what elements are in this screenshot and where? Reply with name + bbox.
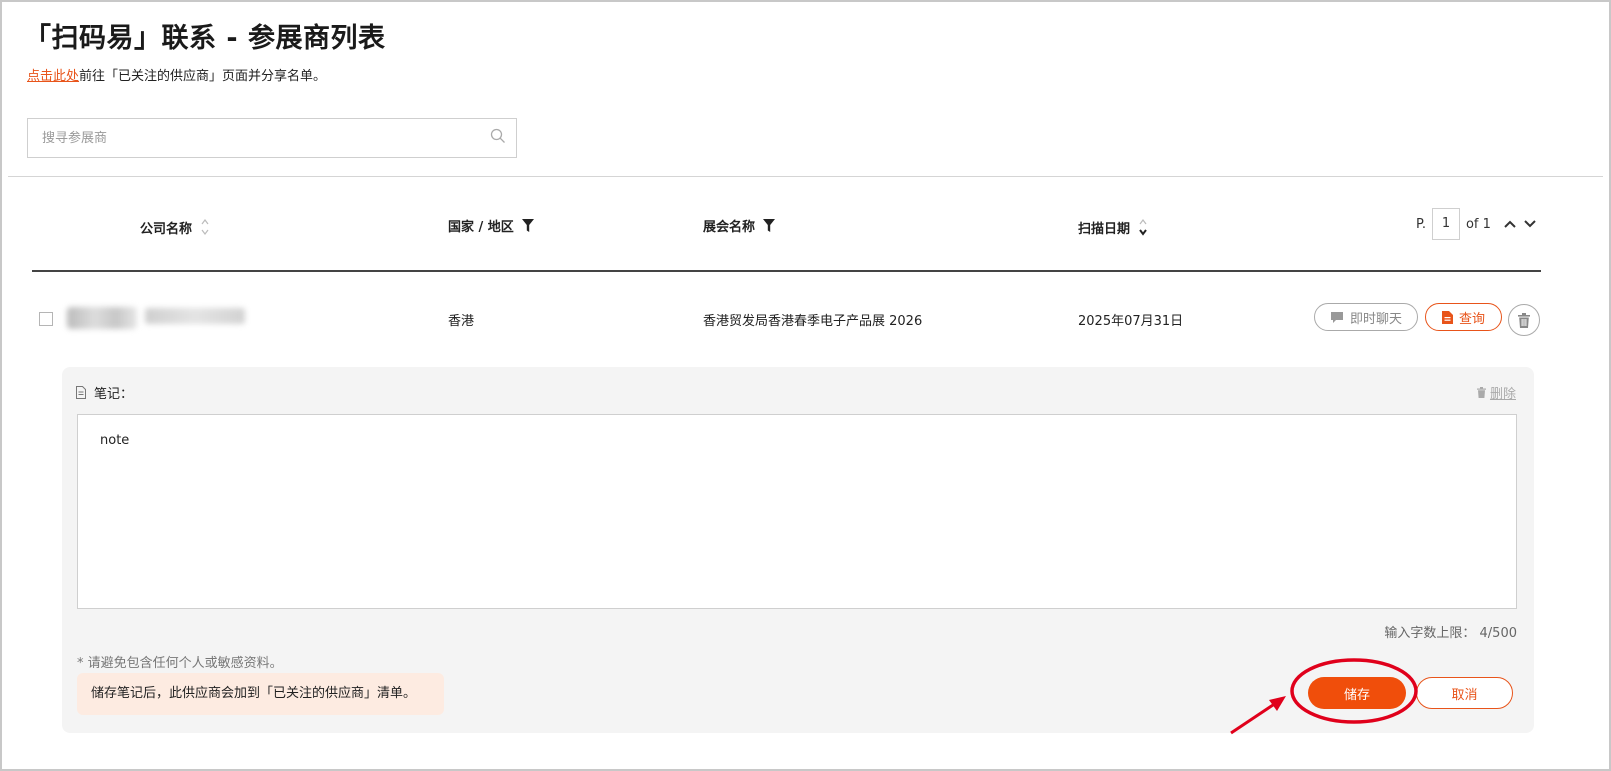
note-text: note: [100, 433, 130, 448]
header-region-label: 国家 / 地区: [448, 220, 514, 235]
note-textarea[interactable]: note: [77, 414, 1517, 609]
note-panel: 笔记： 删除 note 输入字数上限： 4/500 * 请避免包含任何个人或敏感…: [62, 367, 1534, 733]
chat-bubble-icon: [1330, 311, 1343, 323]
page-prefix: P.: [1416, 216, 1426, 232]
header-region[interactable]: 国家 / 地区: [448, 216, 534, 235]
row-fair: 香港贸发局香港春季电子产品展 2026: [703, 314, 923, 329]
search-icon[interactable]: [490, 128, 506, 144]
header-scan-date[interactable]: 扫描日期: [1078, 216, 1148, 238]
query-button-label: 查询: [1458, 311, 1485, 327]
header-company[interactable]: 公司名称: [140, 216, 210, 238]
header-divider: [32, 270, 1541, 272]
trash-icon: [1518, 312, 1530, 328]
header-scan-date-label: 扫描日期: [1078, 221, 1131, 237]
search-input[interactable]: [28, 119, 496, 157]
page-number-input[interactable]: 1: [1431, 208, 1460, 240]
table-row: 香港 香港贸发局香港春季电子产品展 2026 2025年07月31日 即时聊天 …: [2, 297, 1611, 342]
page-title: 「扫码易」联系 - 参展商列表: [24, 23, 386, 54]
search-box: [27, 118, 517, 158]
note-icon: [76, 386, 86, 399]
company-logo-blurred: [67, 307, 137, 329]
sort-desc-icon[interactable]: [1138, 216, 1148, 238]
delete-button[interactable]: [1508, 304, 1540, 336]
cancel-button[interactable]: 取消: [1416, 677, 1513, 709]
note-label: 笔记：: [76, 383, 133, 402]
save-button[interactable]: 储存: [1308, 677, 1406, 709]
char-limit: 输入字数上限： 4/500: [1384, 626, 1517, 641]
row-checkbox[interactable]: [39, 312, 53, 326]
info-banner: 储存笔记后，此供应商会加到「已关注的供应商」清单。: [77, 673, 444, 715]
header-fair-label: 展会名称: [703, 220, 756, 235]
row-region: 香港: [448, 314, 475, 329]
note-delete-link[interactable]: 删除: [1476, 383, 1516, 402]
sort-icon[interactable]: [200, 216, 210, 238]
followed-suppliers-link[interactable]: 点击此处: [27, 69, 79, 84]
trash-icon: [1476, 387, 1486, 398]
privacy-warning: * 请避免包含任何个人或敏感资料。: [77, 656, 283, 671]
divider: [8, 176, 1603, 177]
row-scan-date: 2025年07月31日: [1078, 314, 1184, 329]
document-icon: [1441, 310, 1453, 324]
filter-icon[interactable]: [521, 219, 534, 232]
subtitle-line: 点击此处前往「已关注的供应商」页面并分享名单。: [27, 65, 326, 84]
header-fair[interactable]: 展会名称: [703, 216, 776, 235]
header-company-label: 公司名称: [140, 221, 193, 237]
subtitle-text: 前往「已关注的供应商」页面并分享名单。: [79, 69, 327, 84]
company-name-blurred[interactable]: [145, 308, 245, 324]
chat-button[interactable]: 即时聊天: [1314, 303, 1418, 331]
query-button[interactable]: 查询: [1425, 303, 1502, 331]
chat-button-label: 即时聊天: [1349, 311, 1402, 327]
page-frame: 「扫码易」联系 - 参展商列表 点击此处前往「已关注的供应商」页面并分享名单。 …: [0, 0, 1611, 771]
chevron-up-icon[interactable]: [1503, 219, 1517, 229]
chevron-down-icon[interactable]: [1523, 219, 1537, 229]
note-delete-label: 删除: [1489, 387, 1516, 402]
note-label-text: 笔记：: [94, 387, 134, 402]
pagination: P. 1 of 1: [1416, 208, 1537, 240]
filter-icon[interactable]: [763, 219, 776, 232]
page-total: of 1: [1465, 216, 1491, 232]
